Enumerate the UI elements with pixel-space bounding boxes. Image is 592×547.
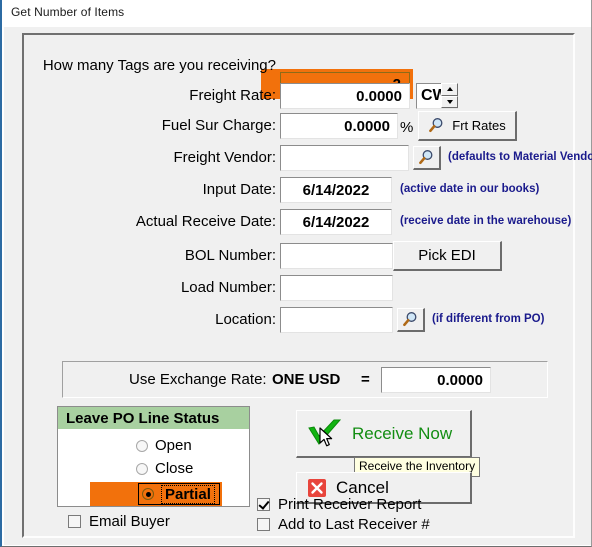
cancel-label: Cancel	[336, 477, 389, 497]
form-panel: How many Tags are you receiving? 2 Freig…	[22, 33, 592, 538]
magnifier-icon	[418, 149, 435, 166]
freight-vendor-lookup-button[interactable]	[413, 146, 441, 170]
exchange-rate-input[interactable]: 0.0000	[381, 367, 491, 393]
radio-open-label: Open	[155, 437, 192, 454]
actual-receive-date-note: (receive date in the warehouse)	[400, 215, 572, 227]
cursor-arrow-svg	[319, 427, 333, 447]
location-lookup-button[interactable]	[397, 308, 425, 332]
freight-rate-input[interactable]: 0.0000	[280, 83, 410, 109]
fuel-sur-charge-label: Fuel Sur Charge:	[161, 117, 276, 134]
po-line-status-group: Leave PO Line Status Open Close Partial	[57, 406, 250, 507]
red-x-svg	[308, 478, 326, 497]
magnifier-svg	[429, 118, 443, 133]
frt-rates-label: Frt Rates	[452, 118, 506, 133]
radio-indicator-icon	[136, 462, 148, 475]
frt-rates-button[interactable]: Frt Rates	[418, 111, 517, 141]
input-date-input[interactable]: 6/14/2022	[280, 177, 392, 203]
magnifier-icon	[402, 311, 419, 328]
input-date-label: Input Date:	[202, 181, 276, 198]
email-buyer-label: Email Buyer	[89, 513, 170, 530]
exchange-rate-currency: ONE USD	[272, 371, 341, 388]
radio-close-label: Close	[155, 460, 194, 477]
dialog-window: Get Number of Items How many Tags are yo…	[0, 0, 592, 547]
checkbox-icon	[68, 515, 81, 528]
po-line-status-header: Leave PO Line Status	[58, 407, 249, 429]
radio-close[interactable]: Close	[136, 460, 193, 477]
pick-edi-button[interactable]: Pick EDI	[393, 241, 502, 271]
bol-number-label: BOL Number:	[184, 247, 276, 264]
add-to-last-receiver-label: Add to Last Receiver #	[278, 516, 430, 533]
checkbox-icon	[257, 518, 270, 531]
red-x-icon	[307, 478, 327, 498]
bol-number-input[interactable]	[280, 243, 393, 269]
checkbox-checked-icon	[257, 498, 270, 511]
radio-indicator-icon	[136, 439, 148, 452]
mouse-cursor-icon	[319, 427, 334, 454]
spinner-down-button[interactable]	[441, 95, 458, 108]
window-title: Get Number of Items	[11, 5, 125, 19]
exchange-rate-label: Use Exchange Rate:	[129, 371, 267, 388]
location-input[interactable]	[280, 307, 393, 333]
actual-receive-date-input[interactable]: 6/14/2022	[280, 209, 392, 235]
triangle-up-icon	[446, 87, 453, 92]
tags-label: How many Tags are you receiving?	[42, 57, 276, 74]
checkbox-add-to-last-receiver[interactable]: Add to Last Receiver #	[257, 516, 430, 533]
magnifier-svg	[419, 150, 433, 165]
actual-receive-date-label: Actual Receive Date:	[135, 213, 276, 230]
load-number-label: Load Number:	[180, 279, 276, 296]
freight-vendor-label: Freight Vendor:	[173, 149, 276, 166]
location-note: (if different from PO)	[432, 313, 545, 325]
checkbox-email-buyer[interactable]: Email Buyer	[68, 513, 170, 530]
spinner-up-button[interactable]	[441, 83, 458, 96]
client-area: How many Tags are you receiving? 2 Freig…	[4, 27, 592, 545]
magnifier-svg	[403, 312, 417, 327]
triangle-down-icon	[446, 99, 453, 104]
radio-indicator-selected-icon	[142, 488, 154, 500]
magnifier-icon	[428, 117, 445, 134]
receive-now-label: Receive Now	[352, 423, 453, 443]
percent-symbol: %	[400, 119, 414, 136]
freight-rate-unit-spinner[interactable]	[441, 83, 458, 108]
freight-rate-label: Freight Rate:	[189, 87, 276, 104]
radio-partial-label: Partial	[161, 484, 215, 504]
load-number-input[interactable]	[280, 275, 393, 301]
radio-partial[interactable]: Partial	[138, 483, 220, 505]
title-bar: Get Number of Items	[2, 0, 591, 27]
print-receiver-report-label: Print Receiver Report	[278, 496, 422, 513]
exchange-rate-equals: =	[361, 371, 370, 388]
freight-vendor-note: (defaults to Material Vendor)	[448, 151, 592, 163]
exchange-rate-group: Use Exchange Rate: ONE USD = 0.0000	[62, 361, 548, 398]
input-date-note: (active date in our books)	[400, 183, 540, 195]
radio-open[interactable]: Open	[136, 437, 192, 454]
fuel-sur-charge-input[interactable]: 0.0000	[280, 113, 398, 139]
location-label: Location:	[215, 311, 276, 328]
freight-vendor-input[interactable]	[280, 145, 409, 171]
checkbox-print-receiver-report[interactable]: Print Receiver Report	[257, 496, 421, 513]
